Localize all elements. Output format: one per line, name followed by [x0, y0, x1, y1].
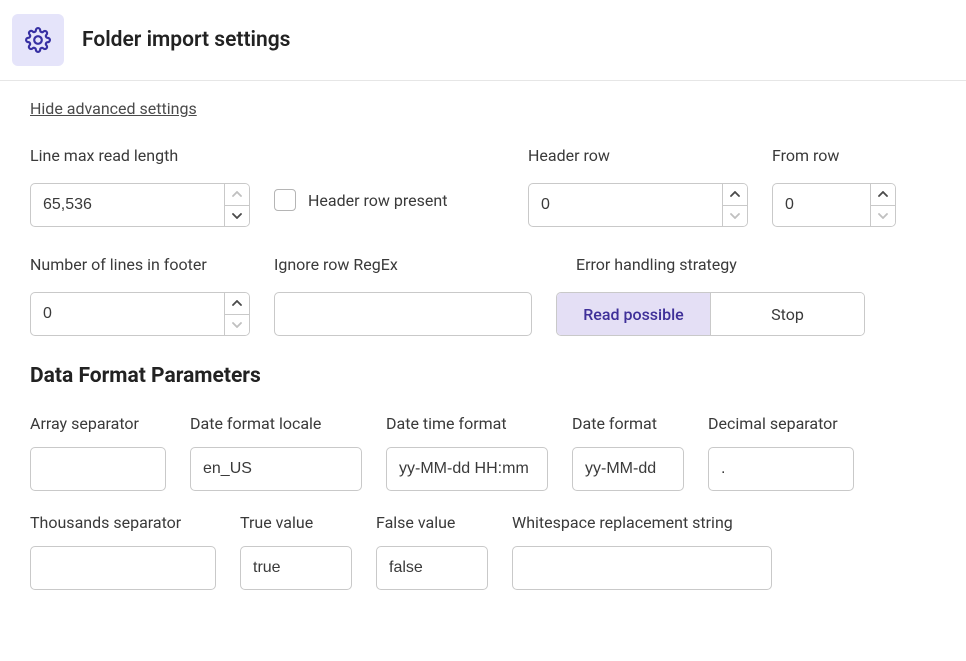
label-date-time-format: Date time format — [386, 414, 548, 433]
field-error-strategy: Error handling strategy Read possible St… — [556, 255, 865, 336]
section-title-data-format: Data Format Parameters — [30, 364, 966, 388]
spin-buttons — [722, 183, 748, 227]
data-format-row-1: Array separator Date format locale Date … — [30, 414, 966, 491]
dialog-title: Folder import settings — [82, 28, 290, 52]
label-header-row: Header row — [528, 146, 748, 165]
field-from-row: From row — [772, 146, 896, 227]
spin-footer-lines — [30, 292, 250, 336]
label-date-format: Date format — [572, 414, 684, 433]
input-footer-lines[interactable] — [30, 292, 224, 336]
input-array-separator[interactable] — [30, 447, 166, 491]
input-thousands-separator[interactable] — [30, 546, 216, 590]
input-whitespace-replacement[interactable] — [512, 546, 772, 590]
settings-row-2: Number of lines in footer Ignore row Reg… — [30, 255, 966, 336]
input-line-max-read-length[interactable] — [30, 183, 224, 227]
label-decimal-separator: Decimal separator — [708, 414, 854, 433]
spin-line-max-read-length — [30, 183, 250, 227]
label-whitespace-replacement: Whitespace replacement string — [512, 513, 772, 532]
label-error-strategy: Error handling strategy — [576, 255, 865, 274]
label-false-value: False value — [376, 513, 488, 532]
input-decimal-separator[interactable] — [708, 447, 854, 491]
checkbox-wrap-header-row-present: Header row present — [274, 178, 504, 222]
label-footer-lines: Number of lines in footer — [30, 255, 250, 274]
field-date-format-locale: Date format locale — [190, 414, 362, 491]
input-true-value[interactable] — [240, 546, 352, 590]
input-date-time-format[interactable] — [386, 447, 548, 491]
label-date-format-locale: Date format locale — [190, 414, 362, 433]
spin-from-row — [772, 183, 896, 227]
label-header-row-present: Header row present — [308, 191, 447, 210]
spin-up-button[interactable] — [225, 293, 249, 314]
label-array-separator: Array separator — [30, 414, 166, 433]
dialog-header: Folder import settings — [0, 0, 966, 81]
spin-down-button[interactable] — [871, 205, 895, 227]
spin-buttons — [870, 183, 896, 227]
settings-row-1: Line max read length Header row present … — [30, 146, 966, 227]
input-date-format-locale[interactable] — [190, 447, 362, 491]
input-from-row[interactable] — [772, 183, 870, 227]
toggle-advanced-link[interactable]: Hide advanced settings — [30, 99, 197, 118]
spin-buttons — [224, 292, 250, 336]
spin-buttons — [224, 183, 250, 227]
label-line-max-read-length: Line max read length — [30, 146, 250, 165]
field-line-max-read-length: Line max read length — [30, 146, 250, 227]
settings-icon-tile — [12, 14, 64, 66]
seg-read-possible[interactable]: Read possible — [557, 293, 710, 335]
input-header-row[interactable] — [528, 183, 722, 227]
data-format-row-2: Thousands separator True value False val… — [30, 513, 966, 590]
input-false-value[interactable] — [376, 546, 488, 590]
spin-up-button[interactable] — [723, 184, 747, 205]
spin-header-row — [528, 183, 748, 227]
field-whitespace-replacement: Whitespace replacement string — [512, 513, 772, 590]
field-array-separator: Array separator — [30, 414, 166, 491]
field-date-format: Date format — [572, 414, 684, 491]
checkbox-header-row-present[interactable] — [274, 189, 296, 211]
field-thousands-separator: Thousands separator — [30, 513, 216, 590]
label-thousands-separator: Thousands separator — [30, 513, 216, 532]
dialog-body: Hide advanced settings Line max read len… — [0, 81, 966, 590]
label-true-value: True value — [240, 513, 352, 532]
field-ignore-regex: Ignore row RegEx — [274, 255, 532, 336]
label-ignore-regex: Ignore row RegEx — [274, 255, 532, 274]
field-true-value: True value — [240, 513, 352, 590]
field-footer-lines: Number of lines in footer — [30, 255, 250, 336]
field-header-row: Header row — [528, 146, 748, 227]
spin-down-button[interactable] — [723, 205, 747, 227]
spin-up-button[interactable] — [871, 184, 895, 205]
gear-icon — [25, 27, 51, 53]
label-from-row: From row — [772, 146, 896, 165]
seg-stop[interactable]: Stop — [710, 293, 864, 335]
input-date-format[interactable] — [572, 447, 684, 491]
field-decimal-separator: Decimal separator — [708, 414, 854, 491]
segmented-error-strategy: Read possible Stop — [556, 292, 865, 336]
field-header-row-present: Header row present — [274, 146, 504, 227]
spin-down-button[interactable] — [225, 205, 249, 227]
field-false-value: False value — [376, 513, 488, 590]
input-ignore-regex[interactable] — [274, 292, 532, 336]
field-date-time-format: Date time format — [386, 414, 548, 491]
spin-down-button[interactable] — [225, 314, 249, 336]
spin-up-button[interactable] — [225, 184, 249, 205]
